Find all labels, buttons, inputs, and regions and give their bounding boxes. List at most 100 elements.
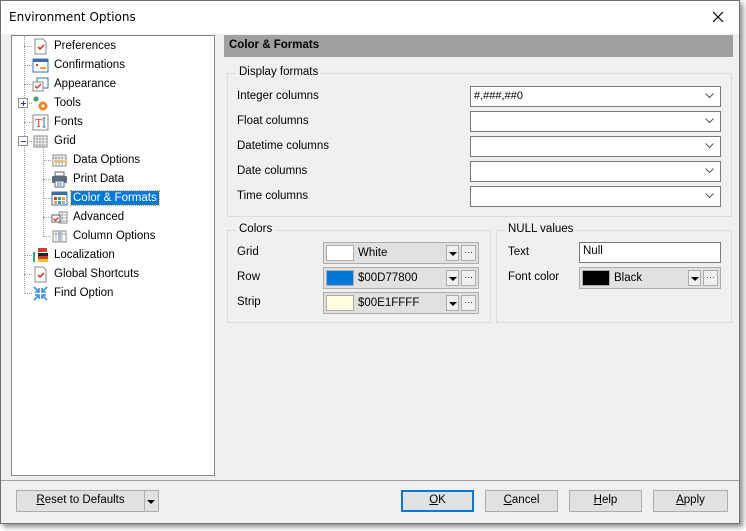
tree-connector [43, 179, 51, 180]
tree-item-fonts[interactable]: T Fonts [32, 113, 85, 131]
title-bar: Environment Options [1, 1, 739, 34]
grid-icon [32, 133, 49, 150]
null-values-legend: NULL values [505, 223, 577, 235]
tree-connector [43, 148, 44, 237]
display-formats-group: Display formats Integer columns #,###,##… [227, 66, 732, 217]
tree-connector [24, 122, 32, 123]
footer-separator [1, 480, 739, 481]
float-columns-label: Float columns [237, 115, 309, 127]
appearance-icon [32, 76, 49, 93]
chevron-down-icon [705, 143, 714, 149]
printer-icon [51, 171, 68, 188]
datetime-columns-combo[interactable] [470, 136, 721, 157]
grid-color-dropdown-button[interactable] [446, 245, 459, 261]
tree-item-global-shortcuts[interactable]: Global Shortcuts [32, 265, 141, 283]
data-options-icon [51, 152, 68, 169]
strip-color-picker[interactable]: $00E1FFFF ··· [323, 292, 479, 314]
null-font-color-swatch [582, 270, 610, 286]
row-color-ellipsis-button[interactable]: ··· [461, 270, 476, 286]
strip-color-label: Strip [237, 296, 261, 308]
tree-connector [24, 274, 32, 275]
strip-color-swatch [326, 295, 354, 311]
preferences-icon [32, 38, 49, 55]
row-color-label: Row [237, 271, 261, 283]
row-color-dropdown-button[interactable] [446, 270, 459, 286]
fonts-icon: T [32, 114, 49, 131]
null-text-input[interactable]: Null [579, 242, 721, 263]
tree-connector [24, 46, 32, 47]
tree-item-preferences[interactable]: Preferences [32, 37, 118, 55]
environment-options-dialog: Environment Options Preferences Confirma… [0, 0, 740, 524]
tree-connector [24, 84, 32, 85]
grid-color-label: Grid [237, 246, 259, 258]
chevron-down-icon [705, 193, 714, 199]
grid-collapse-toggle[interactable] [18, 136, 28, 146]
svg-text:T: T [35, 117, 43, 130]
tree-item-appearance[interactable]: Appearance [32, 75, 118, 93]
confirmations-icon [32, 57, 49, 74]
tree-item-print-data[interactable]: Print Data [51, 170, 126, 188]
chevron-down-icon [705, 118, 714, 124]
display-formats-legend: Display formats [236, 66, 322, 78]
advanced-icon [51, 209, 68, 226]
strip-color-dropdown-button[interactable] [446, 295, 459, 311]
options-tree: Preferences Confirmations Appearance Too… [11, 35, 215, 476]
null-font-color-picker[interactable]: Black ··· [579, 267, 721, 289]
tree-connector [43, 198, 51, 199]
help-button[interactable]: Help [569, 490, 642, 512]
time-columns-combo[interactable] [470, 186, 721, 207]
tree-connector [43, 160, 51, 161]
null-font-color-dropdown-button[interactable] [688, 270, 701, 286]
tree-item-advanced[interactable]: Advanced [51, 208, 126, 226]
integer-columns-label: Integer columns [237, 90, 319, 102]
tree-item-confirmations[interactable]: Confirmations [32, 56, 127, 74]
colors-group: Colors Grid White ··· Row $00D77800 ··· … [227, 223, 491, 323]
tools-gear-icon [32, 95, 49, 112]
null-text-label: Text [508, 246, 530, 258]
grid-color-ellipsis-button[interactable]: ··· [461, 245, 476, 261]
date-columns-combo[interactable] [470, 161, 721, 182]
close-icon [712, 11, 724, 23]
grid-color-swatch [326, 245, 354, 261]
close-button[interactable] [703, 5, 733, 29]
color-formats-icon [51, 190, 68, 207]
tree-connector [43, 236, 51, 237]
tree-connector [24, 293, 32, 294]
tree-item-color-formats[interactable]: Color & Formats [51, 189, 160, 207]
row-color-picker[interactable]: $00D77800 ··· [323, 267, 479, 289]
tree-item-localization[interactable]: Localization [32, 246, 117, 264]
tree-item-tools[interactable]: Tools [32, 94, 83, 112]
float-columns-combo[interactable] [470, 111, 721, 132]
apply-button[interactable]: Apply [653, 490, 728, 512]
chevron-down-icon [705, 168, 714, 174]
cancel-button[interactable]: Cancel [485, 490, 558, 512]
tree-item-grid[interactable]: Grid [32, 132, 78, 150]
time-columns-label: Time columns [237, 190, 309, 202]
window-title: Environment Options [9, 10, 136, 24]
global-shortcuts-icon [32, 266, 49, 283]
localization-icon [32, 247, 49, 264]
chevron-down-icon [705, 93, 714, 99]
panel-header: Color & Formats [224, 35, 733, 57]
tree-item-find-option[interactable]: Find Option [32, 284, 115, 302]
date-columns-label: Date columns [237, 165, 308, 177]
tools-expand-toggle[interactable] [18, 98, 28, 108]
colors-legend: Colors [236, 223, 276, 235]
strip-color-ellipsis-button[interactable]: ··· [461, 295, 476, 311]
null-values-group: NULL values Text Null Font color Black ·… [496, 223, 732, 323]
grid-color-picker[interactable]: White ··· [323, 242, 479, 264]
column-options-icon [51, 228, 68, 245]
reset-to-defaults-button[interactable]: Reset to Defaults [16, 490, 145, 512]
tree-item-column-options[interactable]: Column Options [51, 227, 157, 245]
null-font-color-ellipsis-button[interactable]: ··· [703, 270, 718, 286]
integer-columns-combo[interactable]: #,###,##0 [470, 86, 721, 107]
tree-connector [24, 255, 32, 256]
ok-button[interactable]: OK [401, 490, 474, 512]
row-color-swatch [326, 270, 354, 286]
tree-connector [43, 217, 51, 218]
panel-title: Color & Formats [229, 39, 320, 51]
reset-options-dropdown-button[interactable] [145, 490, 159, 512]
null-font-color-label: Font color [508, 271, 560, 283]
tree-item-data-options[interactable]: Data Options [51, 151, 142, 169]
find-option-icon [32, 285, 49, 302]
